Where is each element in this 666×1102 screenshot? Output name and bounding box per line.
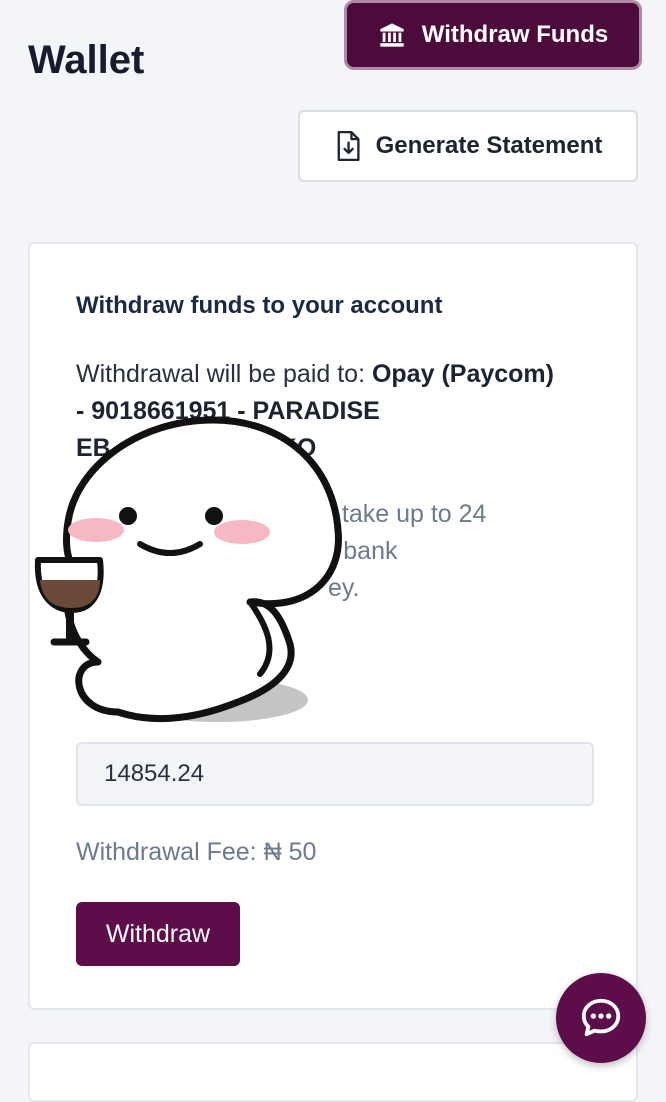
paid-to-prefix: Withdrawal will be paid to:: [76, 360, 372, 388]
chat-button[interactable]: [556, 973, 646, 1063]
sticker-eye-right: [205, 507, 223, 525]
withdraw-funds-button[interactable]: Withdraw Funds: [344, 0, 642, 70]
sticker-image: [34, 416, 342, 723]
sticker-cheek-right: [214, 520, 270, 544]
withdrawal-fee: Withdrawal Fee: ₦ 50: [76, 838, 316, 867]
generate-statement-label: Generate Statement: [375, 132, 603, 159]
page-title: Wallet: [28, 38, 145, 82]
bank-icon: [380, 23, 404, 47]
generate-statement-button[interactable]: Generate Statement: [298, 110, 638, 182]
chat-icon: [581, 998, 621, 1037]
fee-value: ₦ 50: [263, 838, 317, 866]
secondary-card: [28, 1042, 638, 1102]
sticker-cheek-left: [68, 518, 124, 542]
withdraw-button[interactable]: Withdraw: [76, 902, 240, 966]
amount-input[interactable]: [76, 742, 594, 806]
sticker-eye-left: [119, 507, 137, 525]
fee-label: Withdrawal Fee:: [76, 838, 264, 866]
sticker-body: [62, 416, 342, 723]
file-download-icon: [337, 131, 360, 161]
withdraw-funds-label: Withdraw Funds: [421, 21, 609, 48]
card-title: Withdraw funds to your account: [76, 292, 443, 319]
